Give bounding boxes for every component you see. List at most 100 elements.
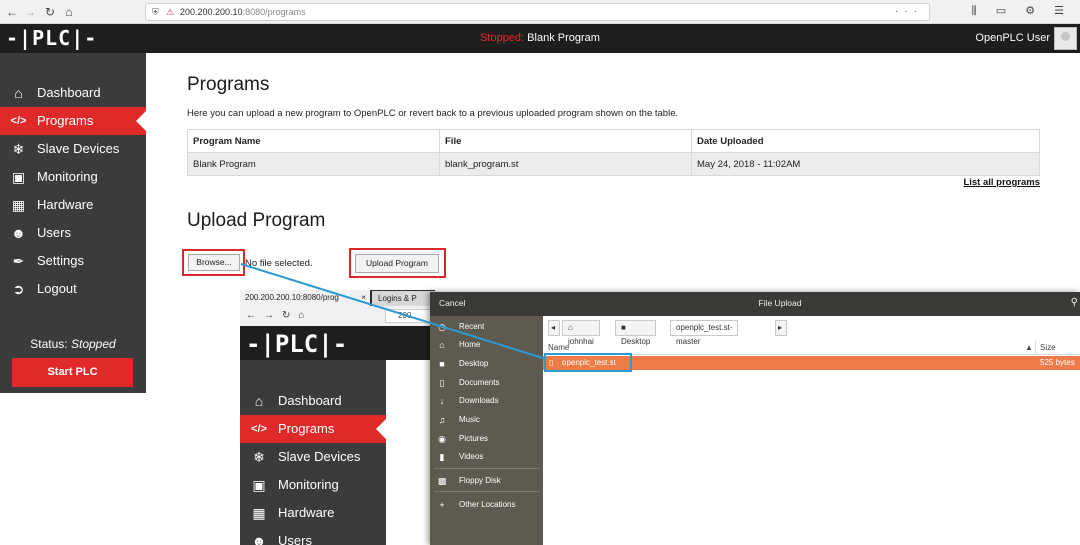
sidebar-item-monitoring[interactable]: ▣ Monitoring [0,163,146,191]
sidebar-item-slave-devices[interactable]: ❄ Slave Devices [240,443,386,471]
sidebar-item-programs[interactable]: </> Programs [0,107,146,135]
search-icon[interactable]: ⚲ [1071,297,1078,308]
crumb-current-folder[interactable]: openplc_test.st-master [670,320,739,346]
chip-icon: ▦ [252,505,266,521]
place-label: Documents [459,378,500,387]
home-icon[interactable]: ⌂ [298,310,312,321]
sidebar-item-settings[interactable]: ✒ Settings [0,247,146,275]
inset-tab-active[interactable]: 200.200.200.10:8080/prog × [240,290,370,306]
sidebar-item-hardware[interactable]: ▦ Hardware [240,499,386,527]
gear-cluster-icon: ❄ [12,141,25,157]
monitor-icon: ▣ [11,169,26,185]
chip-icon: ▦ [11,197,26,213]
sidebar-item-programs[interactable]: </> Programs [240,415,386,443]
place-music[interactable]: ♫ Music [430,411,543,429]
inset-main-area [386,360,435,545]
plc-status-value: Stopped [70,337,116,351]
place-label: Recent [459,322,485,331]
runtime-status: Stopped: Blank Program [0,32,1080,44]
place-home[interactable]: ⌂ Home [430,336,543,354]
place-label: Floppy Disk [459,476,501,485]
sidebar: ⌂ Dashboard </> Programs ❄ Slave Devices ▣ M… [0,53,146,393]
home-icon: ⌂ [14,85,23,101]
app-header: -|PLC|- Stopped: Blank Program OpenPLC U… [0,24,1080,53]
sidebar-item-label: Slave Devices [278,449,361,464]
sidebar-item-slave-devices[interactable]: ❄ Slave Devices [0,135,146,163]
inset-screenshot: 200.200.200.10:8080/prog × Logins & P ←→↻… [240,290,435,545]
chevron-right-icon[interactable]: ▸ [775,320,787,336]
chevron-left-icon[interactable]: ◂ [548,320,560,336]
sidebar-item-users[interactable]: ☻ Users [240,527,386,545]
place-label: Downloads [459,396,499,405]
users-icon: ☻ [11,225,26,241]
home-icon[interactable]: ⌂ [61,4,77,20]
sidebar-item-monitoring[interactable]: ▣ Monitoring [240,471,386,499]
avatar[interactable] [1054,27,1077,50]
table-header-row: Program Name File Date Uploaded [187,129,1040,153]
place-label: Pictures [459,434,488,443]
close-icon[interactable]: × [361,290,366,306]
place-pictures[interactable]: ◉ Pictures [430,430,543,448]
toolbar-right-icons[interactable]: ⫼ ▭ ⚙ ☰ [972,4,1072,18]
program-name-cell: Blank Program [187,152,440,176]
place-label: Desktop [459,359,489,368]
forward-arrow-icon[interactable]: → [264,310,282,321]
place-documents[interactable]: ▯ Documents [430,374,543,392]
program-date-cell: May 24, 2018 - 11:02AM [691,152,1040,176]
reload-icon[interactable]: ↻ [282,310,298,321]
start-plc-button[interactable]: Start PLC [12,358,133,387]
sidebar-item-label: Monitoring [278,477,339,492]
page-description: Here you can upload a new program to Ope… [187,108,679,119]
sidebar-item-hardware[interactable]: ▦ Hardware [0,191,146,219]
table-row[interactable]: Blank Program blank_program.st May 24, 2… [187,152,1040,176]
file-size: 525 bytes [1040,358,1075,367]
code-icon: </> [251,423,267,435]
place-floppy-disk[interactable]: ▩ Floppy Disk [430,472,543,490]
column-divider [1035,341,1036,355]
logout-icon: ➲ [12,281,25,297]
sidebar-item-label: Users [278,533,312,545]
places-divider [434,468,539,469]
inset-tab-label: 200.200.200.10:8080/prog [245,293,339,302]
floppy-icon: ▩ [437,476,447,486]
users-icon: ☻ [251,533,267,545]
crumb-home[interactable]: ⌂ johnhai [562,320,600,346]
place-recent[interactable]: ◷ Recent [430,318,543,336]
sidebar-item-dashboard[interactable]: ⌂ Dashboard [240,387,386,415]
gear-cluster-icon: ❄ [253,449,265,465]
home-icon: ⌂ [439,340,445,350]
sidebar-item-label: Hardware [278,505,335,520]
sidebar-item-label: Settings [37,253,84,268]
forward-arrow-icon[interactable]: → [22,4,38,20]
home-icon: ⌂ [254,393,264,409]
url-bar[interactable]: ⛨ ⚠ 200.200.200.10:8080/programs ··· [145,3,930,21]
inset-url-bar[interactable]: 200 [385,309,435,323]
place-desktop[interactable]: ■ Desktop [430,355,543,373]
browse-button[interactable]: Browse... [188,254,240,271]
places-divider [434,491,539,492]
place-other-locations[interactable]: + Other Locations [430,496,543,514]
sidebar-item-users[interactable]: ☻ Users [0,219,146,247]
back-arrow-icon[interactable]: ← [246,310,264,321]
page-actions-icon[interactable]: ··· [895,4,923,20]
place-downloads[interactable]: ↓ Downloads [430,392,543,410]
reload-icon[interactable]: ↻ [42,4,58,20]
download-icon: ↓ [439,396,445,406]
place-label: Other Locations [459,500,516,509]
back-arrow-icon[interactable]: ← [4,4,20,20]
place-label: Home [459,340,481,349]
sidebar-item-logout[interactable]: ➲ Logout [0,275,146,303]
sidebar-item-label: Programs [278,421,335,436]
size-column-header[interactable]: Size [1040,341,1056,355]
monitor-icon: ▣ [252,477,266,493]
list-all-programs-link[interactable]: List all programs [963,177,1040,188]
user-name[interactable]: OpenPLC User [975,32,1050,44]
inset-tab-other[interactable]: Logins & P [372,291,435,306]
sidebar-item-dashboard[interactable]: ⌂ Dashboard [0,79,146,107]
place-videos[interactable]: ▮ Videos [430,448,543,466]
upload-program-button[interactable]: Upload Program [355,254,439,273]
sidebar-item-label: Slave Devices [37,141,120,156]
crumb-desktop[interactable]: ■ Desktop [615,320,657,346]
sidebar-item-label: Hardware [37,197,94,212]
sort-up-icon[interactable]: ▲ [1025,341,1033,355]
